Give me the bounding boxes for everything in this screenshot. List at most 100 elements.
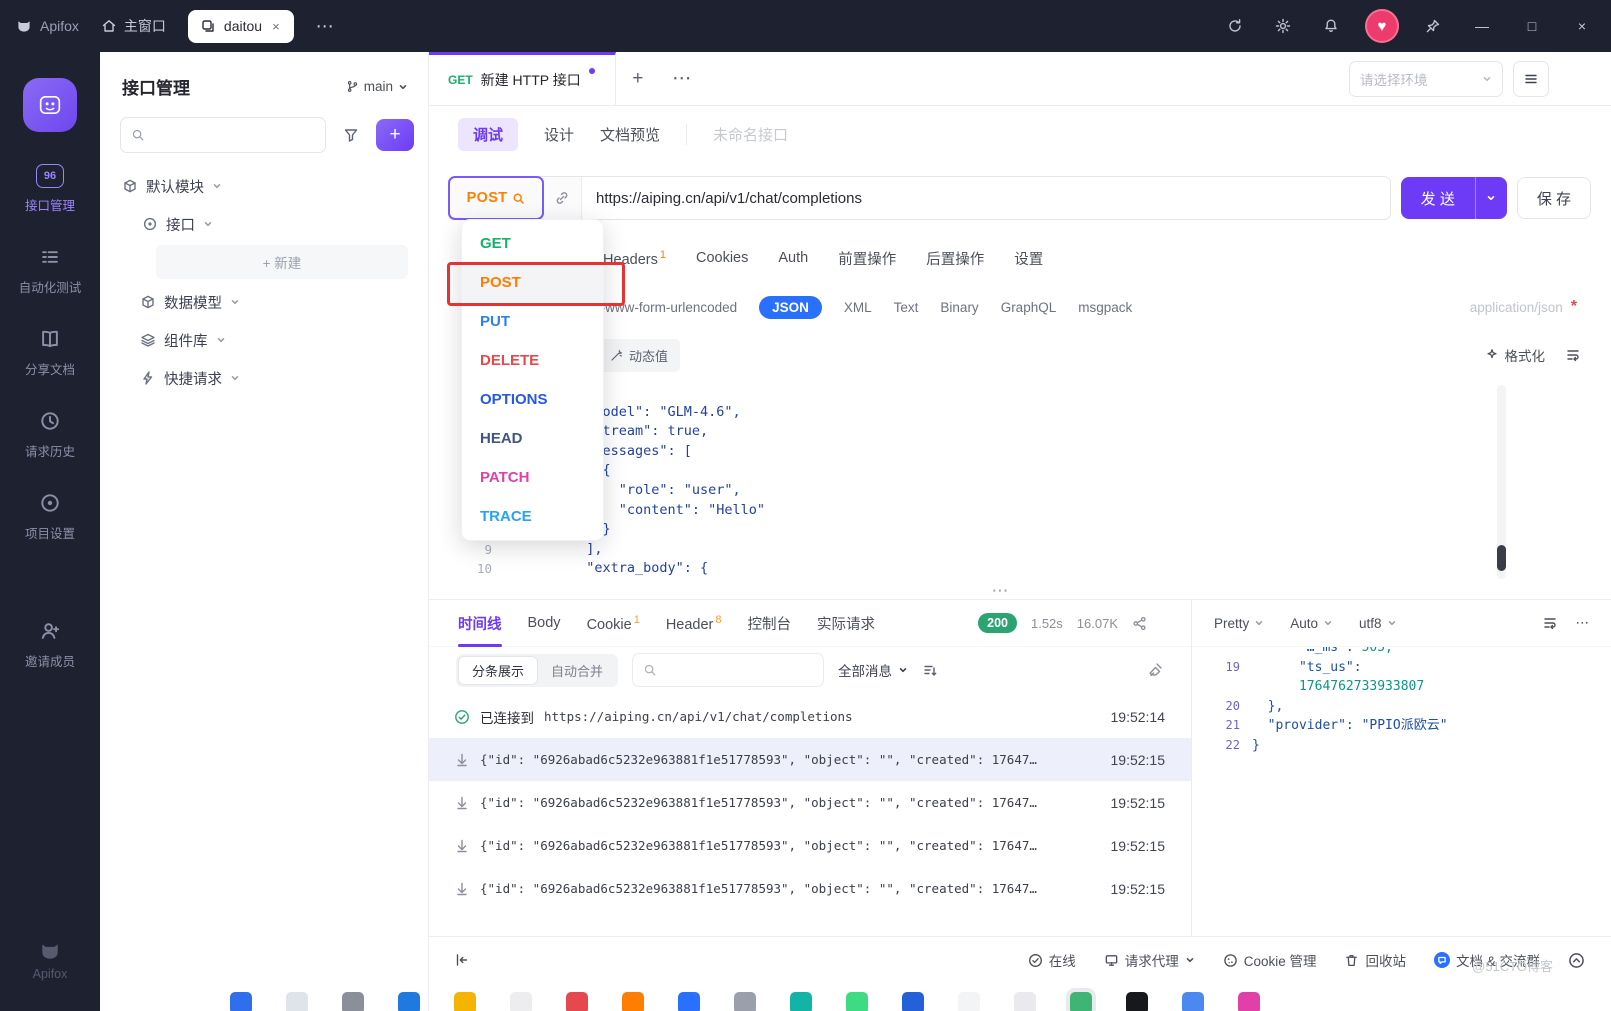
body-type-binary[interactable]: Binary — [940, 300, 978, 315]
body-type-xml[interactable]: XML — [844, 300, 872, 315]
taskbar-icon[interactable] — [230, 992, 252, 1011]
rail-item-invite-members[interactable]: 邀请成员 — [25, 618, 75, 670]
user-avatar[interactable]: ♥ — [1365, 9, 1399, 43]
taskbar-icon[interactable] — [1014, 992, 1036, 1011]
timeline-row-connect[interactable]: 已连接到 https://aiping.cn/api/v1/chat/compl… — [428, 695, 1191, 738]
tree-node-data-model[interactable]: 数据模型 — [100, 283, 428, 321]
taskbar-icon[interactable] — [790, 992, 812, 1011]
taskbar-icon[interactable] — [1182, 992, 1204, 1011]
request-tab-active[interactable]: GET 新建 HTTP 接口 — [428, 52, 616, 105]
tree-node-default-module[interactable]: 默认模块 — [100, 167, 428, 205]
taskbar-icon[interactable] — [1238, 992, 1260, 1011]
body-type-text[interactable]: Text — [894, 300, 919, 315]
pane-divider[interactable]: ⋯ — [428, 591, 1611, 599]
taskbar-icon[interactable] — [454, 992, 476, 1011]
recycle-bin-button[interactable]: 回收站 — [1344, 950, 1406, 970]
method-option-put[interactable]: PUT — [462, 302, 603, 341]
taskbar-icon[interactable] — [1126, 992, 1148, 1011]
taskbar-icon[interactable] — [398, 992, 420, 1011]
tab-timeline[interactable]: 时间线 — [458, 613, 502, 634]
new-request-tab-button[interactable]: + — [616, 52, 660, 105]
url-input[interactable] — [582, 177, 1390, 219]
format-select[interactable]: Pretty — [1214, 616, 1264, 631]
dynamic-value-button[interactable]: 动态值 — [598, 339, 680, 372]
tab-response-body[interactable]: Body — [528, 615, 561, 631]
body-type-graphql[interactable]: GraphQL — [1001, 300, 1057, 315]
tab-cookies[interactable]: Cookies — [696, 250, 748, 266]
body-type-json[interactable]: JSON — [759, 296, 822, 319]
tab-pre-operations[interactable]: 前置操作 — [838, 248, 896, 269]
branch-select[interactable]: main — [346, 79, 408, 94]
wrap-lines-button[interactable] — [1565, 347, 1581, 363]
tab-response-cookie[interactable]: Cookie1 — [587, 614, 640, 633]
extract-url-button[interactable] — [543, 177, 582, 219]
taskbar-icon[interactable] — [958, 992, 980, 1011]
rail-item-project-settings[interactable]: 项目设置 — [25, 490, 75, 542]
viewer-wrap-button[interactable] — [1542, 615, 1558, 631]
method-select[interactable]: POST — [448, 176, 544, 220]
scrollbar-thumb[interactable] — [1497, 545, 1506, 571]
rail-item-automated-testing[interactable]: 自动化测试 — [19, 244, 82, 296]
pin-window-button[interactable] — [1419, 12, 1447, 40]
method-option-post[interactable]: POST — [462, 263, 603, 302]
taskbar-icon[interactable] — [566, 992, 588, 1011]
send-button[interactable]: 发 送 — [1401, 177, 1475, 219]
sort-button[interactable] — [922, 662, 938, 678]
taskbar-icon[interactable] — [678, 992, 700, 1011]
minimize-button[interactable]: — — [1467, 11, 1497, 41]
titlebar-more-button[interactable]: ⋯ — [316, 16, 335, 37]
scroll-top-button[interactable] — [1568, 952, 1585, 969]
taskbar-icon[interactable] — [510, 992, 532, 1011]
tree-node-quick-request[interactable]: 快捷请求 — [100, 359, 428, 397]
save-button[interactable]: 保 存 — [1517, 177, 1591, 219]
message-filter-select[interactable]: 全部消息 — [838, 660, 908, 680]
online-status[interactable]: 在线 — [1028, 950, 1076, 970]
cookie-manager-button[interactable]: Cookie 管理 — [1223, 950, 1317, 970]
method-option-delete[interactable]: DELETE — [462, 341, 603, 380]
response-json-viewer[interactable]: "…_ms": 505, 19 "ts_us": 176476273393380… — [1192, 647, 1611, 936]
rail-item-share-docs[interactable]: 分享文档 — [25, 326, 75, 378]
project-avatar[interactable] — [23, 78, 77, 132]
method-option-get[interactable]: GET — [462, 224, 603, 263]
encoding-select[interactable]: utf8 — [1359, 616, 1397, 631]
tab-response-header[interactable]: Header8 — [666, 614, 722, 633]
document-tab-daitou[interactable]: daitou × — [188, 10, 294, 43]
taskbar-icon[interactable] — [622, 992, 644, 1011]
editor-scrollbar[interactable] — [1497, 385, 1506, 579]
json-body-editor[interactable]: 1{ 2 "model": "GLM-4.6", 3 "stream": tru… — [428, 379, 1611, 591]
split-display-button[interactable]: 分条展示 — [458, 656, 538, 685]
body-type-msgpack[interactable]: msgpack — [1078, 300, 1132, 315]
mode-select[interactable]: Auto — [1290, 616, 1333, 631]
taskbar-icon[interactable] — [286, 992, 308, 1011]
tab-doc-preview[interactable]: 文档预览 — [600, 124, 660, 145]
tab-auth[interactable]: Auth — [778, 250, 808, 266]
maximize-button[interactable]: □ — [1517, 11, 1547, 41]
tabs-more-button[interactable]: ⋯ — [660, 52, 704, 105]
tab-request-settings[interactable]: 设置 — [1014, 248, 1043, 269]
environment-select[interactable]: 请选择环境 — [1349, 61, 1503, 97]
add-api-button[interactable]: + — [376, 119, 414, 151]
timeline-row-chunk[interactable]: {"id": "6926abad6c5232e963881f1e51778593… — [428, 867, 1191, 910]
format-button[interactable]: 格式化 — [1485, 345, 1546, 365]
tab-actual-request[interactable]: 实际请求 — [817, 613, 875, 634]
send-options-button[interactable] — [1475, 177, 1507, 219]
resize-handle-icon[interactable]: ⋯ — [992, 581, 1011, 601]
taskbar-icon[interactable] — [902, 992, 924, 1011]
taskbar-icon[interactable] — [734, 992, 756, 1011]
new-api-button[interactable]: + 新建 — [156, 245, 408, 279]
collapse-sidebar-button[interactable] — [454, 952, 470, 968]
taskbar-icon[interactable] — [846, 992, 868, 1011]
body-type-urlencoded[interactable]: x-www-form-urlencoded — [594, 300, 737, 315]
tab-design[interactable]: 设计 — [544, 124, 574, 145]
tab-post-operations[interactable]: 后置操作 — [926, 248, 984, 269]
tab-debug[interactable]: 调试 — [458, 118, 518, 151]
method-option-head[interactable]: HEAD — [462, 419, 603, 458]
tree-node-api-folder[interactable]: 接口 — [100, 205, 428, 243]
taskbar-icon[interactable] — [342, 992, 364, 1011]
notifications-button[interactable] — [1317, 12, 1345, 40]
timeline-search-input[interactable] — [632, 653, 824, 687]
environment-menu-button[interactable] — [1513, 61, 1549, 97]
timeline-row-chunk[interactable]: {"id": "6926abad6c5232e963881f1e51778593… — [428, 824, 1191, 867]
close-button[interactable]: × — [1567, 11, 1597, 41]
timeline-row-chunk[interactable]: {"id": "6926abad6c5232e963881f1e51778593… — [428, 781, 1191, 824]
